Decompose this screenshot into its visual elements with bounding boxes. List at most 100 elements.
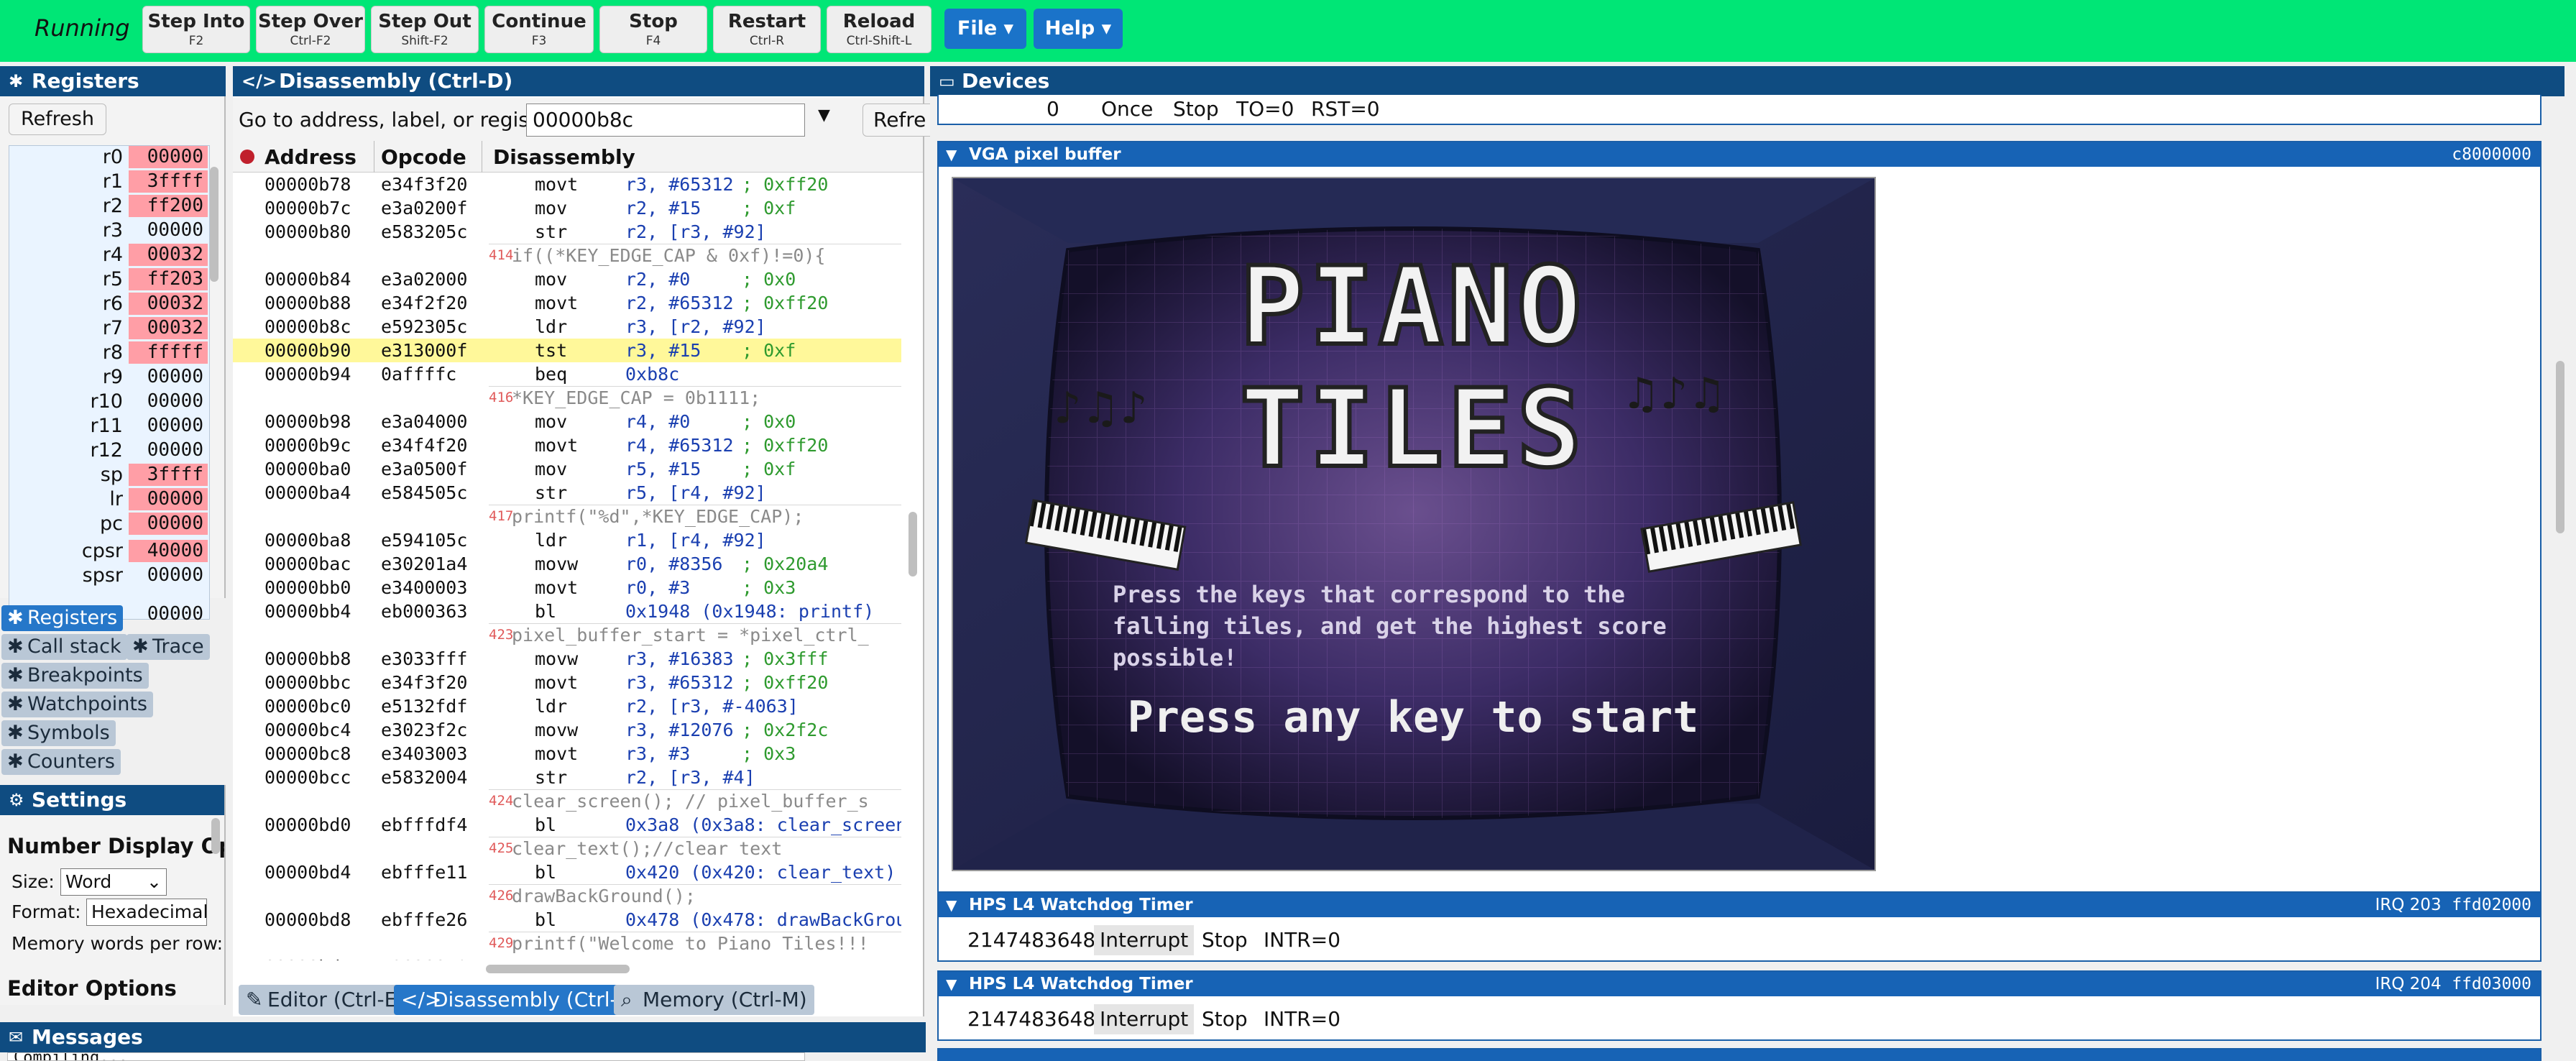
register-row-r0[interactable]: r0 00000 bbox=[9, 146, 209, 170]
settings-scrollbar[interactable] bbox=[211, 818, 220, 854]
register-row-lr[interactable]: lr 00000 bbox=[9, 488, 209, 513]
instruction-row[interactable]: 00000bd0 ebfffdf4 bl 0x3a8 (0x3a8: clear_sc… bbox=[233, 813, 901, 837]
register-row-r9[interactable]: r9 00000 bbox=[9, 366, 209, 390]
register-row-r10[interactable]: r10 00000 bbox=[9, 390, 209, 415]
register-value[interactable]: 00032 bbox=[129, 244, 208, 266]
watchdog-mode-button[interactable]: Interrupt bbox=[1094, 925, 1195, 955]
tab-memory[interactable]: ⌕ Memory (Ctrl-M) bbox=[614, 985, 814, 1015]
register-value[interactable]: fffff bbox=[129, 341, 208, 364]
tab-editor[interactable]: ✎ Editor (Ctrl-E) bbox=[239, 985, 413, 1015]
instruction-row[interactable]: 00000bb8 e3033fff movw r3, #16383 ; 0x3fff bbox=[233, 647, 901, 671]
register-value[interactable]: 00000 bbox=[129, 488, 208, 510]
register-value[interactable]: 00032 bbox=[129, 317, 208, 339]
watchdog-header-2[interactable]: ▼ HPS L4 Watchdog Timer IRQ 204 ffd03000 bbox=[939, 972, 2540, 996]
instruction-row[interactable]: 00000bbc e34f3f20 movt r3, #65312 ; 0xff20 bbox=[233, 671, 901, 694]
register-row-r4[interactable]: r4 00032 bbox=[9, 244, 209, 268]
watchdog-mode-button[interactable]: Interrupt bbox=[1094, 1004, 1195, 1034]
help-menu-button[interactable]: Help ▾ bbox=[1034, 9, 1123, 49]
disassembly-scrollbar[interactable] bbox=[908, 512, 917, 577]
source-line[interactable]: 429 printf("Welcome to Piano Tiles!!! bbox=[233, 932, 901, 955]
format-select[interactable]: Hexadecimal bbox=[86, 899, 207, 926]
step-into-button[interactable]: Step Into F2 bbox=[142, 6, 250, 53]
instruction-row[interactable]: 00000bc4 e3023f2c movw r3, #12076 ; 0x2f2c bbox=[233, 718, 901, 742]
restart-button[interactable]: Restart Ctrl-R bbox=[713, 6, 821, 53]
instruction-row[interactable]: 00000bb0 e3400003 movt r0, #3 ; 0x3 bbox=[233, 576, 901, 600]
register-row-spsr[interactable]: spsr 00000 bbox=[9, 564, 209, 589]
instruction-row[interactable]: 00000b94 0affffc beq 0xb8c bbox=[233, 362, 901, 386]
tab-watchpoints[interactable]: ✱ Watchpoints bbox=[1, 692, 153, 717]
register-row-r11[interactable]: r11 00000 bbox=[9, 415, 209, 439]
step-out-button[interactable]: Step Out Shift-F2 bbox=[371, 6, 479, 53]
register-row-r7[interactable]: r7 00032 bbox=[9, 317, 209, 341]
vga-header[interactable]: ▼ VGA pixel buffer c8000000 bbox=[939, 142, 2540, 167]
tab-disassembly[interactable]: </> Disassembly (Ctrl-D) bbox=[394, 985, 648, 1015]
register-row-r1[interactable]: r1 3ffff bbox=[9, 170, 209, 195]
instruction-row[interactable]: 00000b88 e34f2f20 movt r2, #65312 ; 0xff20 bbox=[233, 291, 901, 315]
register-value[interactable]: 00000 bbox=[129, 603, 208, 625]
size-select[interactable]: Word ⌄ bbox=[60, 868, 167, 896]
instruction-row[interactable]: 00000b80 e583205c str r2, [r3, #92] bbox=[233, 220, 901, 244]
chevron-down-icon[interactable]: ▼ bbox=[818, 106, 830, 124]
tab-call-stack[interactable]: ✱ Call stack bbox=[1, 634, 127, 660]
instruction-row[interactable]: 00000ba0 e3a0500f mov r5, #15 ; 0xf bbox=[233, 457, 901, 481]
register-value[interactable]: 00000 bbox=[129, 219, 208, 242]
reload-button[interactable]: Reload Ctrl-Shift-L bbox=[827, 6, 932, 53]
register-row-cpsr[interactable]: cpsr 40000 bbox=[9, 540, 209, 564]
tab-registers[interactable]: ✱ Registers bbox=[1, 605, 124, 631]
source-line[interactable]: 416 *KEY_EDGE_CAP = 0b1111; bbox=[233, 386, 901, 410]
watchdog-state[interactable]: Stop bbox=[1202, 919, 1248, 962]
instruction-row[interactable]: 00000bc8 e3403003 movt r3, #3 ; 0x3 bbox=[233, 742, 901, 766]
current-instruction-row[interactable]: 00000b90 e313000f tst r3, #15 ; 0xf bbox=[233, 339, 901, 362]
instruction-row[interactable]: 00000bd4 ebfffe11 bl 0x420 (0x420: clear_te… bbox=[233, 860, 901, 884]
tab-counters[interactable]: ✱ Counters bbox=[1, 749, 121, 775]
continue-button[interactable]: Continue F3 bbox=[484, 6, 594, 53]
register-row-r5[interactable]: r5 ff203 bbox=[9, 268, 209, 293]
tab-symbols[interactable]: ✱ Symbols bbox=[1, 720, 116, 746]
register-value[interactable]: 00000 bbox=[129, 439, 208, 461]
tab-trace[interactable]: ✱ Trace bbox=[126, 634, 210, 660]
watchdog-state[interactable]: Stop bbox=[1202, 998, 1248, 1041]
instruction-row[interactable]: 00000bac e30201a4 movw r0, #8356 ; 0x20a4 bbox=[233, 552, 901, 576]
source-line[interactable]: 423 pixel_buffer_start = *pixel_ctrl_ bbox=[233, 623, 901, 647]
register-value[interactable]: 00000 bbox=[129, 390, 208, 413]
register-row-sp[interactable]: sp 3ffff bbox=[9, 464, 209, 488]
source-line[interactable]: 425 clear_text();//clear text bbox=[233, 837, 901, 860]
register-row-r2[interactable]: r2 ff200 bbox=[9, 195, 209, 219]
source-line[interactable]: 424 clear_screen(); // pixel_buffer_s bbox=[233, 789, 901, 813]
source-line[interactable]: 426 drawBackGround(); bbox=[233, 884, 901, 908]
instruction-row[interactable]: 00000bcc e5832004 str r2, [r3, #4] bbox=[233, 766, 901, 789]
instruction-row[interactable]: 00000ba4 e584505c str r5, [r4, #92] bbox=[233, 481, 901, 505]
instruction-row[interactable]: 00000bc0 e5132fdf ldr r2, [r3, #-4063] bbox=[233, 694, 901, 718]
file-menu-button[interactable]: File ▾ bbox=[944, 9, 1026, 49]
instruction-row[interactable]: 00000bdc e30200a8 bbox=[233, 955, 901, 960]
instruction-row[interactable]: 00000b98 e3a04000 mov r4, #0 ; 0x0 bbox=[233, 410, 901, 433]
registers-refresh-button[interactable]: Refresh bbox=[9, 104, 106, 135]
registers-scrollbar[interactable] bbox=[210, 167, 218, 282]
register-row-r3[interactable]: r3 00000 bbox=[9, 219, 209, 244]
goto-input[interactable]: 00000b8c bbox=[526, 104, 805, 137]
instruction-row[interactable]: 00000b8c e592305c ldr r3, [r2, #92] bbox=[233, 315, 901, 339]
next-device-header[interactable] bbox=[939, 1049, 2540, 1061]
register-value[interactable]: ff200 bbox=[129, 195, 208, 217]
register-value[interactable]: 00032 bbox=[129, 293, 208, 315]
goto-refresh-button[interactable]: Refre bbox=[862, 104, 934, 137]
register-row-r8[interactable]: r8 fffff bbox=[9, 341, 209, 366]
instruction-row[interactable]: 00000bb4 eb000363 bl 0x1948 (0x1948: printf… bbox=[233, 600, 901, 623]
register-row-r12[interactable]: r12 00000 bbox=[9, 439, 209, 464]
register-row-pc[interactable]: pc 00000 bbox=[9, 513, 209, 537]
register-row-r6[interactable]: r6 00032 bbox=[9, 293, 209, 317]
register-value[interactable]: 40000 bbox=[129, 540, 208, 562]
register-value[interactable]: 00000 bbox=[129, 146, 208, 168]
instruction-row[interactable]: 00000b84 e3a02000 mov r2, #0 ; 0x0 bbox=[233, 267, 901, 291]
register-value[interactable]: 00000 bbox=[129, 513, 208, 535]
devices-scrollbar[interactable] bbox=[2556, 361, 2564, 533]
instruction-row[interactable]: 00000b9c e34f4f20 movt r4, #65312 ; 0xff20 bbox=[233, 433, 901, 457]
watchdog-header-1[interactable]: ▼ HPS L4 Watchdog Timer IRQ 203 ffd02000 bbox=[939, 893, 2540, 917]
register-value[interactable]: 00000 bbox=[129, 366, 208, 388]
instruction-row[interactable]: 00000b78 e34f3f20 movt r3, #65312 ; 0xff20 bbox=[233, 173, 901, 196]
disassembly-hscrollbar[interactable] bbox=[486, 965, 630, 973]
instruction-row[interactable]: 00000ba8 e594105c ldr r1, [r4, #92] bbox=[233, 528, 901, 552]
tab-breakpoints[interactable]: ✱ Breakpoints bbox=[1, 663, 149, 689]
register-value[interactable]: 00000 bbox=[129, 415, 208, 437]
instruction-row[interactable]: 00000b7c e3a0200f mov r2, #15 ; 0xf bbox=[233, 196, 901, 220]
